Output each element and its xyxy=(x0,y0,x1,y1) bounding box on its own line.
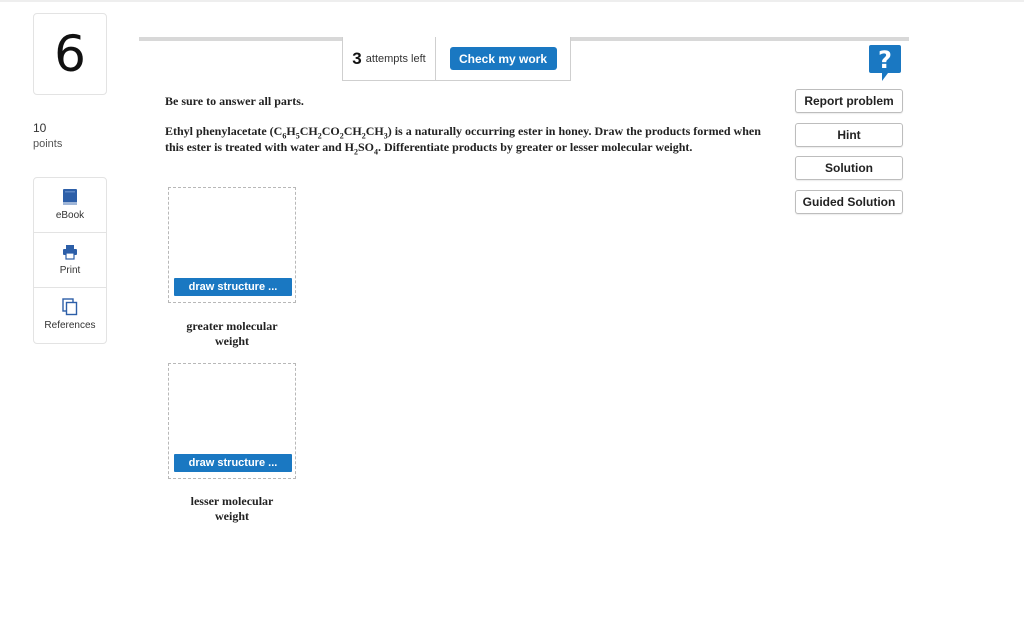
tools-panel: eBook Print References xyxy=(33,177,107,344)
caption-1-line-2: weight xyxy=(215,334,249,348)
ebook-button[interactable]: eBook xyxy=(34,178,106,233)
draw-structure-button-2[interactable]: draw structure ... xyxy=(174,454,292,472)
top-border xyxy=(0,0,1024,2)
caption-2-line-2: weight xyxy=(215,509,249,523)
attempts-label: attempts left xyxy=(365,52,426,65)
structure-drawing-area-1[interactable]: draw structure ... xyxy=(168,187,296,303)
check-my-work-button[interactable]: Check my work xyxy=(449,47,557,70)
draw-structure-button-1[interactable]: draw structure ... xyxy=(174,278,292,296)
references-icon xyxy=(62,298,78,316)
guided-solution-button[interactable]: Guided Solution xyxy=(795,190,903,214)
instruction-text: Be sure to answer all parts. xyxy=(165,94,304,108)
print-label: Print xyxy=(59,265,81,276)
solution-button[interactable]: Solution xyxy=(795,156,903,180)
question-body: Ethyl phenylacetate (C6H5CH2CO2CH2CH3) i… xyxy=(165,124,761,156)
references-button[interactable]: References xyxy=(34,288,106,343)
help-icon[interactable]: ? xyxy=(868,44,902,82)
hint-button[interactable]: Hint xyxy=(795,123,903,147)
question-text-end: . Differentiate products by greater or l… xyxy=(378,139,693,154)
svg-text:?: ? xyxy=(878,46,892,74)
references-label: References xyxy=(44,320,96,331)
check-work-container: Check my work xyxy=(436,37,571,81)
structure-drawing-area-2[interactable]: draw structure ... xyxy=(168,363,296,479)
caption-2-line-1: lesser molecular xyxy=(190,494,274,508)
report-problem-button[interactable]: Report problem xyxy=(795,89,903,113)
attempts-count: 3 xyxy=(352,48,362,68)
ebook-label: eBook xyxy=(55,210,85,221)
question-number: 6 xyxy=(33,13,107,95)
book-icon xyxy=(62,188,78,206)
print-button[interactable]: Print xyxy=(34,233,106,288)
caption-1-line-1: greater molecular xyxy=(186,319,278,333)
printer-icon xyxy=(62,243,78,261)
ester-name: Ethyl phenylacetate xyxy=(165,124,267,138)
points-label: points xyxy=(33,138,63,150)
points-block: 10 points xyxy=(33,120,62,152)
points-value: 10 xyxy=(33,121,47,135)
answer-caption-2: lesser molecular weight xyxy=(168,494,296,524)
attempts-indicator: 3 attempts left xyxy=(342,37,436,81)
answer-caption-1: greater molecular weight xyxy=(168,319,296,349)
